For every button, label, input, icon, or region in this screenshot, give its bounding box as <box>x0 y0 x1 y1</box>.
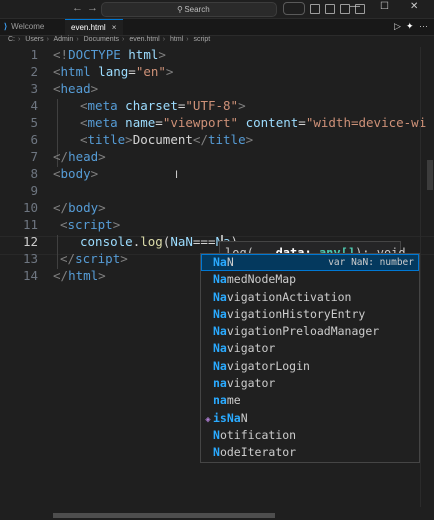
breadcrumb-item[interactable]: Users <box>25 36 43 43</box>
line-number: 1 <box>30 47 38 62</box>
layout-icon[interactable] <box>310 4 320 14</box>
copilot-icon[interactable] <box>283 2 305 15</box>
toggle-panel-icon[interactable] <box>340 4 350 14</box>
breadcrumb-item[interactable]: Admin <box>53 36 73 43</box>
copilot-sparkle-icon[interactable]: ✦ <box>406 21 414 32</box>
suggestion-item[interactable]: NavigationPreloadManager <box>201 323 419 340</box>
breadcrumb: C: › Users › Admin › Documents › even.html › … <box>8 36 211 43</box>
run-icon[interactable]: ▷ <box>394 21 401 32</box>
code-line-12: console.log(NaN===Na) <box>80 234 238 249</box>
code-line-2: <html lang="en"> <box>53 64 174 79</box>
minimap-edge <box>420 47 421 507</box>
suggestion-item[interactable]: navigator <box>201 375 419 392</box>
suggestion-detail: var NaN: number <box>328 257 414 268</box>
vertical-scrollbar[interactable] <box>427 160 433 190</box>
code-line-1: <!DOCTYPE html> <box>53 47 166 62</box>
line-number: 2 <box>30 64 38 79</box>
title-bar: ← → ⚲ Search — ☐ ✕ <box>0 0 434 19</box>
code-line-8: <body> <box>53 166 99 181</box>
line-number: 10 <box>22 200 38 215</box>
line-number: 12 <box>22 234 38 249</box>
code-line-4: <meta charset="UTF-8"> <box>80 98 246 113</box>
maximize-icon[interactable]: ☐ <box>380 1 389 12</box>
forward-arrow-icon[interactable]: → <box>87 2 98 14</box>
line-number: 14 <box>22 268 38 283</box>
close-tab-icon[interactable]: × <box>112 23 117 32</box>
horizontal-scrollbar[interactable] <box>53 513 275 518</box>
mouse-ibeam-cursor-icon: I <box>175 169 179 181</box>
suggestion-item[interactable]: name <box>201 392 419 409</box>
suggestion-item[interactable]: Navigator <box>201 340 419 357</box>
suggestion-item[interactable]: NamedNodeMap <box>201 271 419 288</box>
more-actions-icon[interactable]: ··· <box>419 21 428 31</box>
line-number: 3 <box>30 81 38 96</box>
indent-guide <box>57 235 58 269</box>
toggle-sidebar-icon[interactable] <box>325 4 335 14</box>
breadcrumb-item[interactable]: script <box>194 36 211 43</box>
code-line-13: </script> <box>60 251 128 266</box>
command-center-search[interactable]: ⚲ Search <box>101 2 277 17</box>
breadcrumb-item[interactable]: even.html <box>129 36 159 43</box>
suggestion-item[interactable]: NavigationActivation <box>201 289 419 306</box>
vscode-logo-icon: ⟩ <box>4 22 8 31</box>
code-line-11: <script> <box>60 217 121 232</box>
tab-welcome[interactable]: ⟩ Welcome <box>0 19 64 35</box>
suggestion-item[interactable]: Notification <box>201 427 419 444</box>
search-label: Search <box>184 5 210 14</box>
line-number: 5 <box>30 115 38 130</box>
code-line-5: <meta name="viewport" content="width=dev… <box>80 115 427 130</box>
line-number: 7 <box>30 149 38 164</box>
line-number: 8 <box>30 166 38 181</box>
tab-bar: ⟩ Welcome even.html × ▷ ✦ ··· <box>0 19 434 36</box>
code-line-3: <head> <box>53 81 99 96</box>
search-icon: ⚲ <box>177 5 183 14</box>
code-line-7: </head> <box>53 149 106 164</box>
line-number: 4 <box>30 98 38 113</box>
autocomplete-suggestions: NaN var NaN: number NamedNodeMap Navigati… <box>200 253 420 463</box>
suggestion-item[interactable]: NavigationHistoryEntry <box>201 306 419 323</box>
code-line-6: <title>Document</title> <box>80 132 254 147</box>
breadcrumb-item[interactable]: C: <box>8 36 15 43</box>
suggestion-item-selected[interactable]: NaN var NaN: number <box>201 254 419 272</box>
suggestion-item[interactable]: NodeIterator <box>201 444 419 461</box>
line-number: 13 <box>22 251 38 266</box>
tab-label: Welcome <box>11 22 45 31</box>
minimize-icon[interactable]: — <box>350 1 360 12</box>
tab-label: even.html <box>71 23 106 32</box>
line-number: 11 <box>22 217 38 232</box>
line-number: 9 <box>30 183 38 198</box>
suggestion-item[interactable]: NavigatorLogin <box>201 358 419 375</box>
close-window-icon[interactable]: ✕ <box>410 1 418 12</box>
code-line-14: </html> <box>53 268 106 283</box>
breadcrumb-item[interactable]: html <box>170 36 183 43</box>
tab-even-html[interactable]: even.html × <box>65 19 123 35</box>
back-arrow-icon[interactable]: ← <box>72 2 83 14</box>
code-line-10: </body> <box>53 200 106 215</box>
breadcrumb-item[interactable]: Documents <box>84 36 119 43</box>
suggestion-item[interactable]: ◈ isNaN <box>201 410 419 427</box>
line-number: 6 <box>30 132 38 147</box>
